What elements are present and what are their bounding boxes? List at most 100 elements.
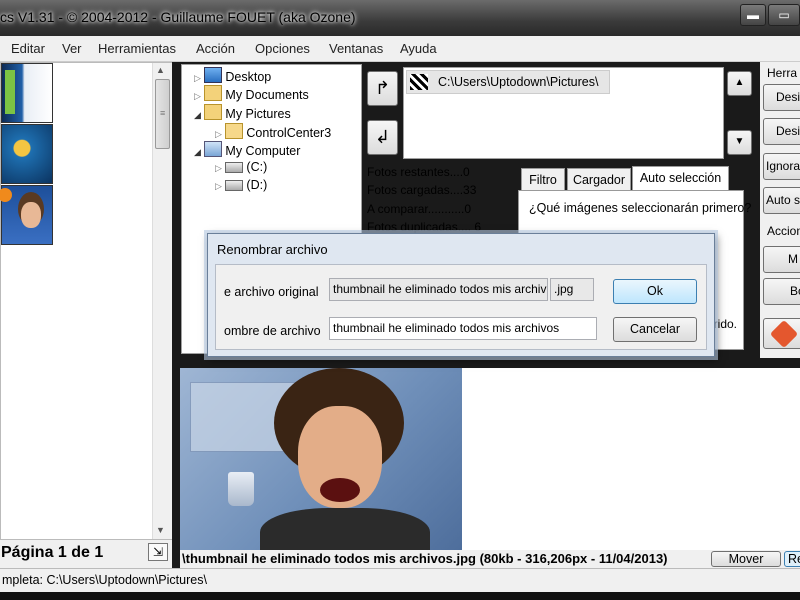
add-arrow-icon: ↱ [374, 78, 391, 98]
menu-opciones[interactable]: Opciones [255, 41, 310, 56]
menu-herramientas[interactable]: Herramientas [98, 41, 176, 56]
ignore-button[interactable]: Ignora [763, 153, 800, 180]
original-name-field: thumbnail he eliminado todos mis archiv [329, 278, 548, 301]
thumbnail-1-graphic [5, 70, 15, 114]
scroll-up-icon[interactable]: ▲ [156, 65, 165, 75]
expand-arrow-icon[interactable]: ▷ [194, 91, 201, 101]
scroll-thumb[interactable]: ≡ [155, 79, 170, 149]
checkered-flag-icon [410, 74, 428, 90]
tree-item-drive-d[interactable]: ▷ (D:) [215, 178, 267, 192]
dialog-title: Renombrar archivo [217, 242, 328, 257]
tree-label: (C:) [246, 160, 268, 174]
ok-button[interactable]: Ok [613, 279, 697, 304]
tree-item-controlcenter3[interactable]: ▷ ControlCenter3 [215, 123, 331, 140]
tab-filtro[interactable]: Filtro [521, 168, 565, 190]
collapse-arrow-icon[interactable]: ◢ [194, 110, 201, 120]
menu-editar[interactable]: Editar [11, 41, 45, 56]
tree-item-drive-c[interactable]: ▷ (C:) [215, 160, 267, 174]
actions-header: Accion [767, 224, 800, 238]
tree-label: (D:) [246, 178, 268, 192]
folder-list-item[interactable]: C:\Users\Uptodown\Pictures\ [406, 70, 610, 94]
stat-remaining: Fotos restantes....0 [367, 165, 470, 179]
documents-folder-icon [204, 85, 223, 101]
maximize-icon: ▭ [778, 8, 790, 22]
bottom-border [0, 592, 800, 600]
folder-path: C:\Users\Uptodown\Pictures\ [438, 75, 599, 89]
scroll-grip-icon: ≡ [160, 108, 166, 118]
remove-folder-button[interactable]: ↲ [367, 120, 398, 155]
tree-label: My Documents [225, 88, 309, 102]
tree-item-my-computer[interactable]: ◢ My Computer [194, 141, 300, 158]
expand-arrow-icon[interactable]: ▷ [215, 129, 222, 139]
move-down-button[interactable]: ▼ [727, 130, 752, 155]
thumbnail-scrollbar[interactable]: ▲ ≡ ▼ [152, 63, 172, 539]
desktop-icon [204, 67, 223, 83]
tab-auto-seleccion[interactable]: Auto selección [632, 166, 729, 191]
scroll-down-icon[interactable]: ▼ [156, 525, 165, 535]
rename-dialog: Renombrar archivo e archivo original thu… [207, 233, 715, 357]
tree-label: My Pictures [225, 107, 291, 121]
move-action-button[interactable]: M [763, 246, 800, 273]
tree-label: ControlCenter3 [246, 126, 332, 140]
dialog-body: e archivo original thumbnail he eliminad… [215, 264, 707, 350]
menu-bar: Editar Ver Herramientas Acción Opciones … [0, 36, 800, 62]
move-up-button[interactable]: ▲ [727, 71, 752, 96]
menu-ver[interactable]: Ver [62, 41, 82, 56]
new-name-label: ombre de archivo [224, 324, 321, 338]
up-arrow-icon: ▲ [734, 77, 745, 88]
stat-to-compare: A comparar...........0 [367, 202, 472, 216]
fox-logo-icon [769, 319, 799, 349]
tree-label: Desktop [225, 70, 272, 84]
drive-icon [225, 162, 244, 173]
delete-action-button[interactable]: Bo [763, 278, 800, 305]
preview-image [180, 368, 462, 550]
run-action-button[interactable] [763, 318, 800, 349]
deselect-all-button[interactable]: Desi [763, 118, 800, 145]
add-folder-button[interactable]: ↱ [367, 71, 398, 106]
tree-label: My Computer [225, 144, 301, 158]
pictures-folder-icon [204, 104, 223, 120]
deselect-button[interactable]: Desi [763, 84, 800, 111]
menu-ayuda[interactable]: Ayuda [400, 41, 437, 56]
menu-accion[interactable]: Acción [196, 41, 235, 56]
stat-duplicates: Fotos duplicadas.... 6 [367, 220, 482, 234]
tab-cargador[interactable]: Cargador [567, 168, 631, 190]
original-name-label: e archivo original [224, 285, 319, 299]
cancel-button[interactable]: Cancelar [613, 317, 697, 342]
maximize-button[interactable]: ▭ [768, 4, 800, 26]
drive-icon [225, 180, 244, 191]
tree-item-my-pictures[interactable]: ◢ My Pictures [194, 104, 291, 121]
thumbnail-3[interactable] [0, 185, 53, 245]
auto-select-question: ¿Qué imágenes seleccionarán primero? [529, 201, 752, 215]
new-name-input[interactable]: thumbnail he eliminado todos mis archivo… [329, 317, 597, 340]
preview-caption-bar: \thumbnail he eliminado todos mis archiv… [180, 550, 800, 568]
rename-button[interactable]: Re [784, 551, 800, 567]
recycle-bin-graphic [228, 472, 254, 506]
expand-arrow-icon[interactable]: ▷ [215, 181, 222, 191]
preview-caption: \thumbnail he eliminado todos mis archiv… [182, 551, 668, 566]
folder-list: C:\Users\Uptodown\Pictures\ [403, 67, 724, 159]
page-label: Página 1 de 1 [1, 544, 104, 561]
expand-arrow-icon[interactable]: ▷ [215, 163, 222, 173]
move-button[interactable]: Mover [711, 551, 781, 567]
tree-item-desktop[interactable]: ▷ Desktop [194, 67, 271, 84]
minimize-icon: ▬ [747, 8, 759, 22]
menu-ventanas[interactable]: Ventanas [329, 41, 383, 56]
remove-arrow-icon: ↲ [374, 127, 391, 147]
thumbnail-2[interactable] [1, 124, 53, 184]
preview-mouth [320, 478, 360, 502]
pager-bar: Página 1 de 1 ⇲ [0, 540, 172, 568]
page-nav-button[interactable]: ⇲ [148, 543, 168, 561]
collapse-arrow-icon[interactable]: ◢ [194, 147, 201, 157]
auto-select-button[interactable]: Auto s [763, 187, 800, 214]
thumbnail-1[interactable] [1, 63, 53, 123]
tree-item-my-documents[interactable]: ▷ My Documents [194, 85, 309, 102]
extension-field: .jpg [550, 278, 594, 301]
minimize-button[interactable]: ▬ [740, 4, 766, 26]
status-text: mpleta: C:\Users\Uptodown\Pictures\ [2, 573, 207, 587]
thumbnail-3-badge [0, 188, 12, 202]
preview-background [462, 368, 800, 550]
title-bar: cs V1.31 - © 2004-2012 - Guillaume FOUET… [0, 0, 800, 36]
expand-arrow-icon[interactable]: ▷ [194, 73, 201, 83]
thumbnail-3-face [21, 202, 41, 228]
